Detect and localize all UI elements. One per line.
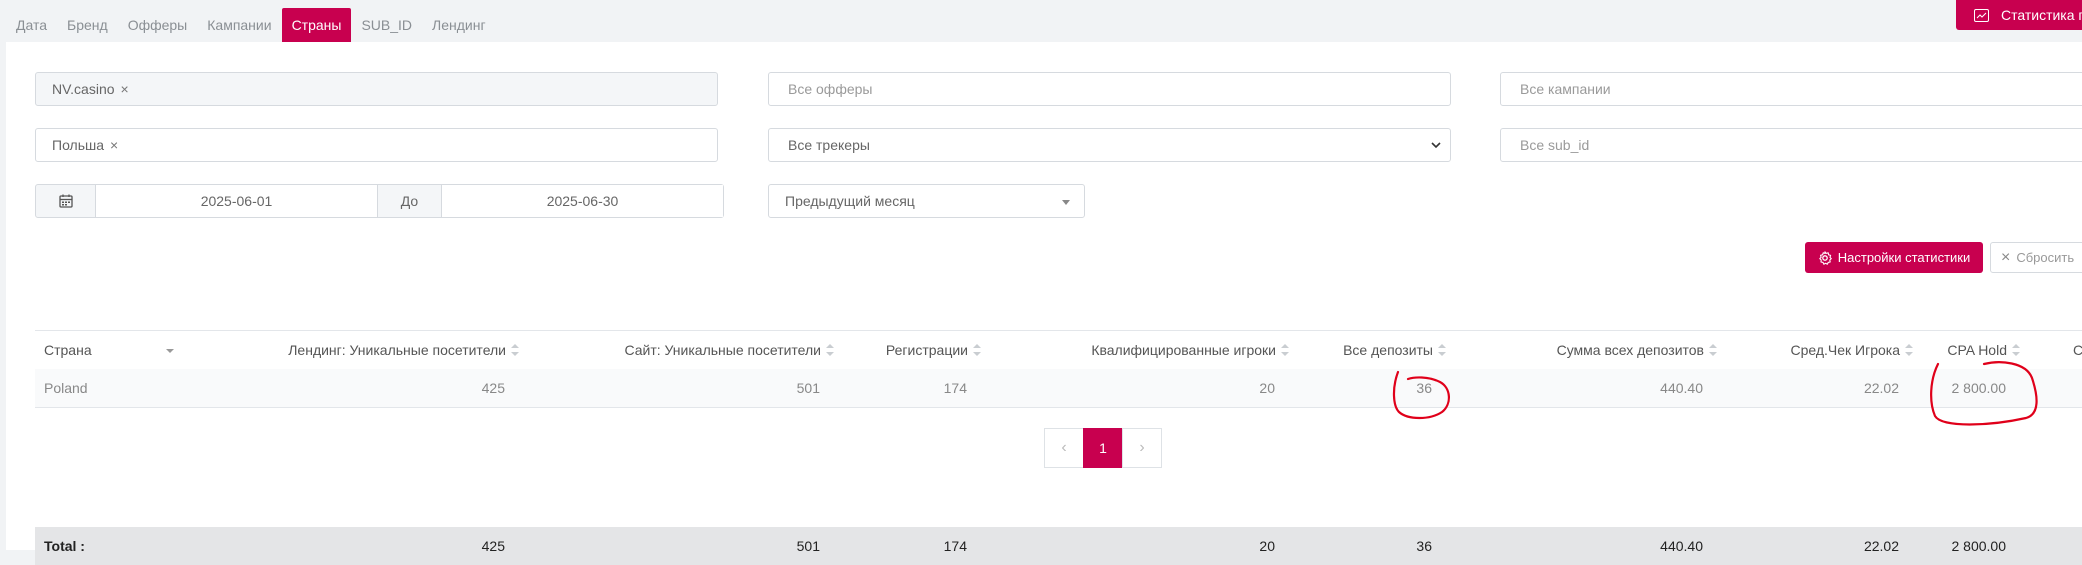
sort-icon xyxy=(973,344,981,357)
subid-placeholder: Все sub_id xyxy=(1520,137,1590,153)
date-from-input[interactable]: 2025-06-01 xyxy=(96,185,378,217)
col-landing-visitors-label: Лендинг: Уникальные посетители xyxy=(288,342,506,358)
offers-filter[interactable]: Все офферы xyxy=(768,72,1451,106)
report-panel xyxy=(6,42,2082,550)
total-qualified: 20 xyxy=(1259,538,1275,554)
table-total-row: Total : 425 501 174 20 36 440.40 22.02 2… xyxy=(35,527,2082,565)
campaigns-placeholder: Все кампании xyxy=(1520,81,1611,97)
total-landing-visitors: 425 xyxy=(481,538,505,554)
period-select[interactable]: Предыдущий месяц xyxy=(768,184,1085,218)
sort-icon xyxy=(2012,344,2020,357)
pagination: ‹ 1 › xyxy=(1044,428,1162,468)
tab-campaigns[interactable]: Кампании xyxy=(197,8,281,42)
sort-icon xyxy=(1438,344,1446,357)
total-cpa-hold: 2 800.00 xyxy=(1951,538,2007,554)
total-registrations: 174 xyxy=(943,538,967,554)
total-all-deposits: 36 xyxy=(1416,538,1432,554)
col-cpa-hold[interactable]: CPA Hold xyxy=(1947,331,2020,369)
stats-settings-label: Настройки статистики xyxy=(1837,250,1971,265)
total-label: Total : xyxy=(44,538,85,554)
calendar-icon xyxy=(58,194,73,208)
cell-cpa-hold: 2 800.00 xyxy=(1951,380,2007,396)
calendar-button[interactable] xyxy=(36,185,96,217)
cell-site-visitors: 501 xyxy=(796,380,820,396)
col-all-deposits-label: Все депозиты xyxy=(1343,342,1433,358)
cell-country: Poland xyxy=(44,380,88,396)
statistics-button[interactable]: Статистика п xyxy=(1956,0,2082,30)
table-header: Страна Лендинг: Уникальные посетители Са… xyxy=(35,330,2082,370)
col-qualified[interactable]: Квалифицированные игроки xyxy=(1091,331,1289,369)
cell-qualified: 20 xyxy=(1259,380,1275,396)
cell-deposit-sum: 440.40 xyxy=(1660,380,1703,396)
next-page-button[interactable]: › xyxy=(1122,428,1162,468)
tab-countries[interactable]: Страны xyxy=(281,8,352,42)
trackers-selected: Все трекеры xyxy=(788,137,870,153)
col-registrations-label: Регистрации xyxy=(885,342,968,358)
cell-all-deposits: 36 xyxy=(1416,380,1432,396)
country-filter[interactable]: Польша × xyxy=(35,128,718,162)
campaigns-filter[interactable]: Все кампании xyxy=(1500,72,2082,106)
cell-landing-visitors: 425 xyxy=(481,380,505,396)
chart-icon xyxy=(1974,8,1989,22)
sort-icon xyxy=(511,344,519,357)
col-avg-check-label: Сред.Чек Игрока xyxy=(1790,342,1900,358)
total-site-visitors: 501 xyxy=(796,538,820,554)
col-country-label: Страна xyxy=(44,342,92,358)
chevron-down-icon xyxy=(1431,142,1441,149)
subid-filter[interactable]: Все sub_id xyxy=(1500,128,2082,162)
col-deposit-sum[interactable]: Сумма всех депозитов xyxy=(1557,331,1717,369)
cell-avg-check: 22.02 xyxy=(1863,380,1899,396)
table-row: Poland 425 501 174 20 36 440.40 22.02 2 … xyxy=(35,369,2082,408)
col-country[interactable]: Страна xyxy=(44,331,174,369)
col-qualified-label: Квалифицированные игроки xyxy=(1091,342,1276,358)
col-site-visitors-label: Сайт: Уникальные посетители xyxy=(624,342,821,358)
date-to-input[interactable]: 2025-06-30 xyxy=(442,185,723,217)
col-avg-check[interactable]: Сред.Чек Игрока xyxy=(1790,331,1913,369)
country-tag: Польша × xyxy=(52,137,118,153)
col-deposit-sum-label: Сумма всех депозитов xyxy=(1556,342,1704,358)
col-all-deposits[interactable]: Все депозиты xyxy=(1343,331,1446,369)
sort-icon xyxy=(826,344,834,357)
report-tabs: Дата Бренд Офферы Кампании Страны SUB_ID… xyxy=(6,8,496,42)
stats-settings-button[interactable]: Настройки статистики xyxy=(1805,242,1983,273)
reset-label: Сбросить xyxy=(2016,250,2075,265)
col-landing-visitors[interactable]: Лендинг: Уникальные посетители xyxy=(288,331,519,369)
col-next[interactable]: С xyxy=(2073,331,2082,369)
sort-icon xyxy=(1905,344,1913,357)
statistics-button-label: Статистика п xyxy=(2001,7,2082,23)
tab-offers[interactable]: Офферы xyxy=(118,8,198,42)
page-1-button[interactable]: 1 xyxy=(1083,428,1123,468)
total-avg-check: 22.02 xyxy=(1863,538,1899,554)
offers-placeholder: Все офферы xyxy=(788,81,873,97)
prev-page-button[interactable]: ‹ xyxy=(1044,428,1084,468)
sort-icon xyxy=(1281,344,1289,357)
gear-icon xyxy=(1819,250,1832,265)
col-cpa-hold-label: CPA Hold xyxy=(1947,342,2007,358)
country-tag-label: Польша xyxy=(52,137,105,153)
date-to-label: До xyxy=(378,185,442,217)
date-range: 2025-06-01 До 2025-06-30 xyxy=(35,184,724,218)
close-icon: × xyxy=(2001,248,2011,266)
total-deposit-sum: 440.40 xyxy=(1660,538,1703,554)
tab-date[interactable]: Дата xyxy=(6,8,57,42)
col-registrations[interactable]: Регистрации xyxy=(886,331,981,369)
sort-icon xyxy=(1709,344,1717,357)
brand-tag: NV.casino × xyxy=(52,81,129,97)
col-site-visitors[interactable]: Сайт: Уникальные посетители xyxy=(624,331,834,369)
trackers-select[interactable]: Все трекеры xyxy=(768,128,1451,162)
period-value: Предыдущий месяц xyxy=(785,193,915,209)
caret-down-icon xyxy=(1062,200,1070,205)
remove-country-icon[interactable]: × xyxy=(110,137,118,153)
brand-tag-label: NV.casino xyxy=(52,81,115,97)
brand-filter[interactable]: NV.casino × xyxy=(35,72,718,106)
remove-brand-icon[interactable]: × xyxy=(121,81,129,97)
sort-desc-icon xyxy=(165,349,174,354)
tab-brand[interactable]: Бренд xyxy=(57,8,118,42)
tab-sub-id[interactable]: SUB_ID xyxy=(351,8,422,42)
reset-button[interactable]: × Сбросить xyxy=(1990,242,2082,273)
cell-registrations: 174 xyxy=(943,380,967,396)
tab-landing[interactable]: Лендинг xyxy=(422,8,496,42)
